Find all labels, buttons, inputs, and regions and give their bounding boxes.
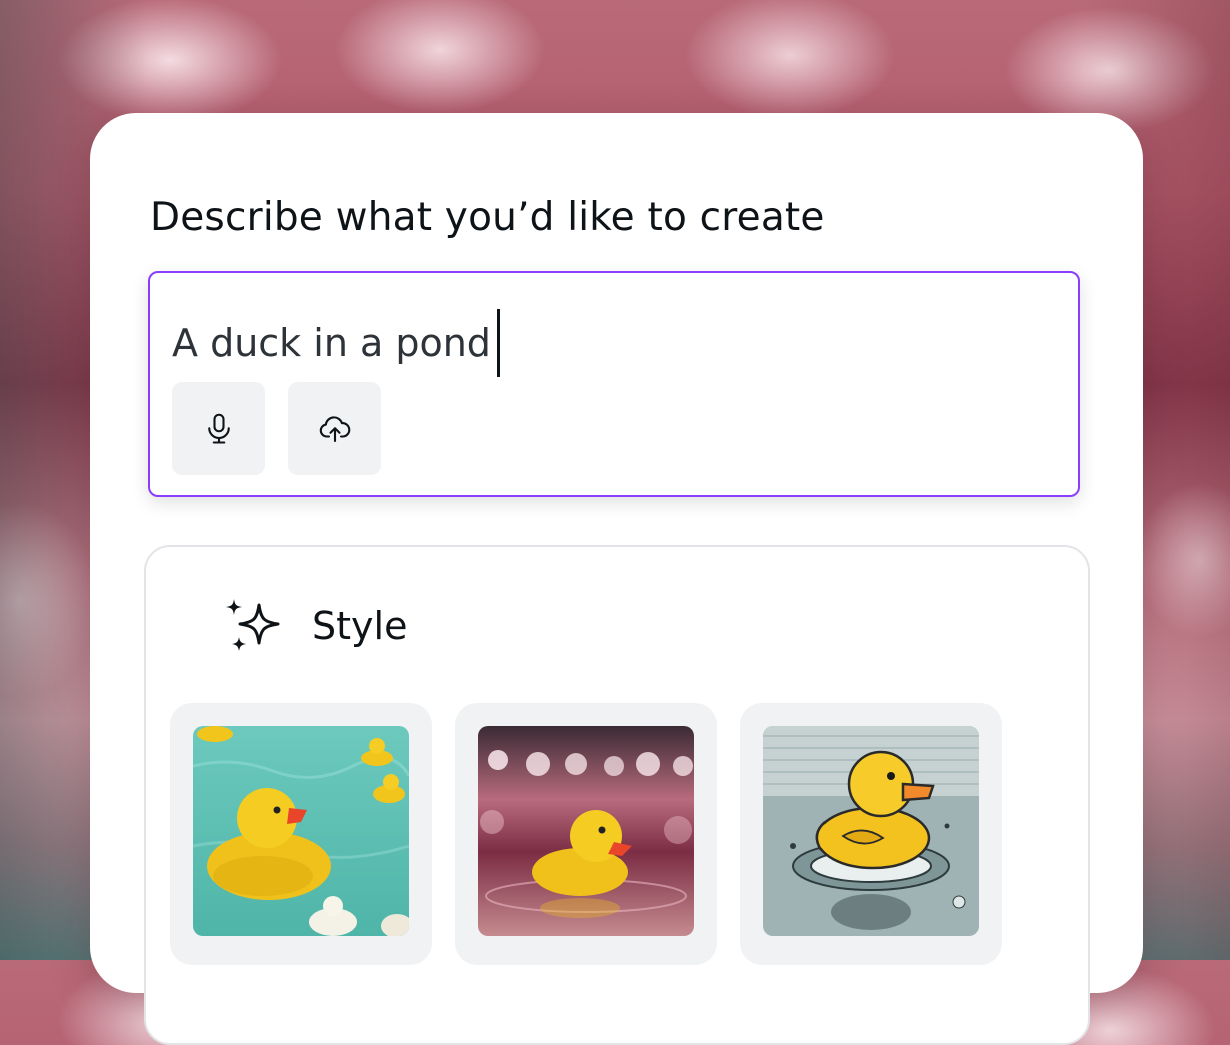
style-header: Style xyxy=(224,597,407,655)
prompt-value[interactable]: A duck in a pond xyxy=(172,321,491,365)
style-thumbnail-2 xyxy=(478,726,694,936)
duck-photo-image xyxy=(193,726,409,936)
microphone-icon xyxy=(207,413,230,444)
sparkles-icon xyxy=(226,599,280,651)
duck-bokeh-image xyxy=(478,726,694,936)
upload-button[interactable] xyxy=(288,382,381,475)
style-panel: Style xyxy=(144,545,1090,1045)
style-option-2[interactable] xyxy=(455,703,717,965)
cloud-upload-icon xyxy=(319,415,350,442)
page-title: Describe what you’d like to create xyxy=(150,195,825,240)
style-title: Style xyxy=(312,604,408,648)
prompt-text-wrap[interactable]: A duck in a pond xyxy=(172,309,500,377)
create-dialog: Describe what you’d like to create A duc… xyxy=(90,113,1143,1045)
voice-input-button[interactable] xyxy=(172,382,265,475)
style-thumbnail-1 xyxy=(193,726,409,936)
style-option-1[interactable] xyxy=(170,703,432,965)
style-option-3[interactable] xyxy=(740,703,1002,965)
prompt-input[interactable]: A duck in a pond xyxy=(148,271,1080,497)
duck-illustration-image xyxy=(763,726,979,936)
style-thumbnail-3 xyxy=(763,726,979,936)
text-caret xyxy=(496,309,500,377)
